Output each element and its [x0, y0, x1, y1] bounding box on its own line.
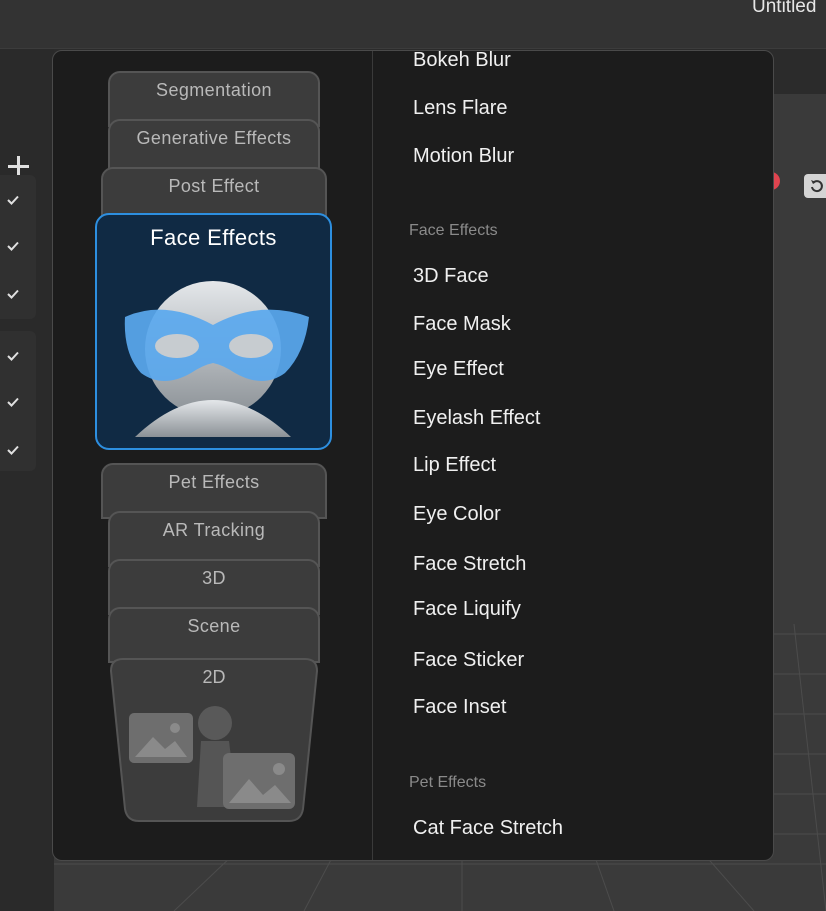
effect-item[interactable]: Face Mask	[413, 313, 511, 336]
check-icon[interactable]	[2, 345, 24, 367]
check-icon[interactable]	[2, 391, 24, 413]
reset-icon[interactable]	[804, 174, 826, 198]
layers-panel	[0, 49, 54, 911]
section-header: Pet Effects	[409, 774, 487, 791]
category-2d[interactable]: 2D	[109, 657, 319, 823]
mask-face-icon	[124, 281, 309, 437]
effect-item[interactable]: Eye Color	[413, 503, 501, 526]
effect-item[interactable]: Eye Effect	[413, 358, 504, 381]
effect-item[interactable]: Face Stretch	[413, 553, 526, 576]
window-title: Untitled	[752, 0, 817, 17]
check-icon[interactable]	[2, 189, 24, 211]
effect-item[interactable]: Bokeh Blur	[413, 51, 511, 72]
effect-item[interactable]: 3D Face	[413, 265, 489, 288]
effect-item[interactable]: Face Sticker	[413, 649, 524, 672]
section-header: Face Effects	[409, 222, 498, 239]
check-icon[interactable]	[2, 283, 24, 305]
effects-popup: Segmentation Generative Effects Post Eff…	[52, 50, 774, 861]
layer-group	[0, 175, 36, 319]
category-face-effects[interactable]: Face Effects	[95, 213, 332, 450]
check-icon[interactable]	[2, 439, 24, 461]
effect-item[interactable]: Face Inset	[413, 696, 506, 719]
effect-item[interactable]: Motion Blur	[413, 145, 514, 168]
effect-item[interactable]: Lip Effect	[413, 454, 496, 477]
top-bar: Untitled	[0, 0, 826, 49]
popup-divider	[372, 51, 373, 860]
effect-item[interactable]: Lens Flare	[413, 97, 508, 120]
effect-item[interactable]: Eyelash Effect	[413, 407, 540, 430]
effect-item[interactable]: Face Liquify	[413, 598, 521, 621]
layer-group	[0, 331, 36, 471]
image-person-icon	[129, 706, 295, 809]
effect-item[interactable]: Cat Face Stretch	[413, 817, 563, 840]
check-icon[interactable]	[2, 235, 24, 257]
category-scene[interactable]: Scene	[108, 607, 320, 663]
